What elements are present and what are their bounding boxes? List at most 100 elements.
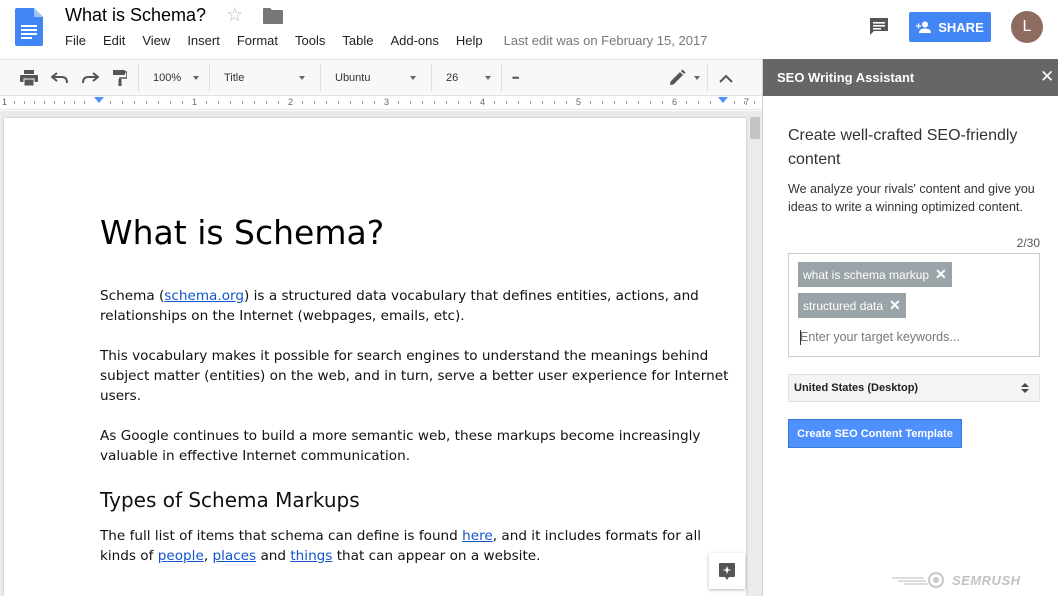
region-value: United States (Desktop) — [794, 382, 919, 394]
share-label: SHARE — [938, 19, 984, 35]
paragraph-style-select[interactable]: Title — [224, 60, 309, 96]
chevron-up-icon — [719, 74, 733, 83]
last-edit-status[interactable]: Last edit was on February 15, 2017 — [504, 33, 708, 48]
ruler-number: 1 — [192, 97, 198, 107]
style-chevron-down-icon — [299, 76, 305, 80]
keyword-counter: 2/30 — [1016, 236, 1040, 250]
explore-icon — [719, 563, 735, 580]
google-docs-window: What is Schema? ☆ File Edit View Insert … — [0, 0, 1058, 596]
font-value: Ubuntu — [335, 72, 371, 84]
pencil-icon — [670, 69, 686, 85]
ruler-number: 4 — [480, 97, 486, 107]
zoom-value: 100% — [153, 72, 182, 84]
close-icon[interactable]: ✕ — [1040, 68, 1054, 85]
semrush-logo: SEMRUSH — [890, 572, 1021, 588]
menu-format[interactable]: Format — [237, 33, 278, 48]
semrush-brand-text: SEMRUSH — [952, 572, 1021, 588]
ruler-number: 6 — [672, 97, 678, 107]
menu-bar: File Edit View Insert Format Tools Table… — [65, 33, 707, 48]
document-heading-title: What is Schema? — [100, 213, 385, 252]
undo-button[interactable] — [51, 60, 69, 96]
paragraph-text: The full list of items that schema can d… — [100, 528, 463, 544]
comments-icon[interactable] — [868, 16, 890, 38]
remove-keyword-icon[interactable]: ✕ — [889, 297, 901, 314]
panel-header: SEO Writing Assistant ✕ — [763, 59, 1058, 96]
star-icon[interactable]: ☆ — [226, 6, 243, 25]
google-docs-logo-icon[interactable] — [15, 8, 43, 46]
ruler[interactable]: 1 1 2 3 4 5 6 7 — [0, 96, 762, 110]
toolbar-divider — [431, 64, 432, 92]
here-link[interactable]: here — [462, 528, 493, 544]
font-size-value: 26 — [446, 72, 459, 84]
add-person-icon — [916, 21, 932, 33]
document-canvas: What is Schema? Schema (schema.org) is a… — [0, 111, 762, 596]
editing-toolbar: 100% Title Ubuntu 26 ••• — [0, 59, 762, 96]
menu-insert[interactable]: Insert — [187, 33, 220, 48]
toolbar-divider — [209, 64, 210, 92]
people-link[interactable]: people — [158, 548, 204, 564]
ruler-number: 3 — [384, 97, 390, 107]
print-icon — [20, 70, 38, 86]
menu-edit[interactable]: Edit — [103, 33, 125, 48]
toolbar-divider — [320, 64, 321, 92]
more-options-button[interactable]: ••• — [512, 60, 520, 96]
folder-icon[interactable] — [263, 7, 284, 24]
panel-description: We analyze your rivals' content and give… — [788, 182, 1035, 214]
create-seo-template-button[interactable]: Create SEO Content Template — [788, 419, 962, 448]
keyword-chip: structured data ✕ — [798, 293, 906, 318]
font-size-chevron-down-icon — [485, 76, 491, 80]
editing-mode-button[interactable] — [668, 60, 686, 96]
print-button[interactable] — [20, 60, 38, 96]
left-indent-marker[interactable] — [94, 97, 104, 103]
toolbar-divider — [707, 64, 708, 92]
things-link[interactable]: things — [290, 548, 332, 564]
paint-format-icon — [113, 70, 127, 86]
right-indent-marker[interactable] — [718, 97, 728, 103]
menu-tools[interactable]: Tools — [295, 33, 325, 48]
paragraph-style-value: Title — [224, 72, 245, 84]
paragraph-text: Schema ( — [100, 288, 165, 304]
docs-header: What is Schema? ☆ File Edit View Insert … — [0, 0, 1058, 59]
text-cursor — [800, 330, 801, 345]
paragraph-types: The full list of items that schema can d… — [100, 526, 730, 566]
keyword-chip: what is schema markup ✕ — [798, 262, 952, 287]
redo-icon — [82, 72, 99, 84]
zoom-chevron-down-icon — [193, 76, 199, 80]
paragraph-semantic-web: As Google continues to build a more sema… — [100, 428, 701, 464]
region-select[interactable]: United States (Desktop) — [788, 374, 1040, 402]
ruler-number: 1 — [2, 97, 8, 107]
share-button[interactable]: SHARE — [909, 12, 991, 42]
document-scrollbar-thumb[interactable] — [750, 117, 760, 139]
mode-chevron-down-icon — [694, 76, 700, 80]
hide-menus-button[interactable] — [719, 60, 733, 96]
account-avatar[interactable]: L — [1011, 11, 1043, 43]
menu-table[interactable]: Table — [342, 33, 373, 48]
ruler-ticks — [4, 101, 755, 104]
menu-file[interactable]: File — [65, 33, 86, 48]
menu-help[interactable]: Help — [456, 33, 483, 48]
keyword-chip-label: what is schema markup — [803, 267, 930, 282]
menu-add-ons[interactable]: Add-ons — [390, 33, 438, 48]
document-page[interactable]: What is Schema? Schema (schema.org) is a… — [4, 118, 746, 596]
section-heading: Types of Schema Markups — [100, 488, 360, 512]
document-title[interactable]: What is Schema? — [65, 5, 206, 26]
select-arrows-icon — [1021, 383, 1029, 393]
paragraph-text: that can appear on a website. — [332, 548, 541, 564]
target-keywords-input[interactable] — [800, 328, 1030, 346]
panel-heading: Create well-crafted SEO-friendly content — [788, 127, 1018, 168]
paragraph-vocabulary: This vocabulary makes it possible for se… — [100, 348, 729, 404]
remove-keyword-icon[interactable]: ✕ — [935, 266, 947, 283]
paint-format-button[interactable] — [113, 60, 127, 96]
paragraph-intro: Schema (schema.org) is a structured data… — [100, 286, 730, 326]
ruler-number: 5 — [576, 97, 582, 107]
schema-org-link[interactable]: schema.org — [164, 288, 244, 304]
keywords-input-box[interactable]: what is schema markup ✕ structured data … — [788, 253, 1040, 357]
redo-button[interactable] — [81, 60, 99, 96]
menu-view[interactable]: View — [142, 33, 170, 48]
keyword-chip-label: structured data — [803, 298, 884, 313]
places-link[interactable]: places — [212, 548, 256, 564]
explore-button[interactable] — [709, 553, 745, 589]
font-select[interactable]: Ubuntu — [335, 60, 420, 96]
ruler-number: 7 — [744, 97, 750, 107]
panel-title: SEO Writing Assistant — [777, 70, 915, 85]
